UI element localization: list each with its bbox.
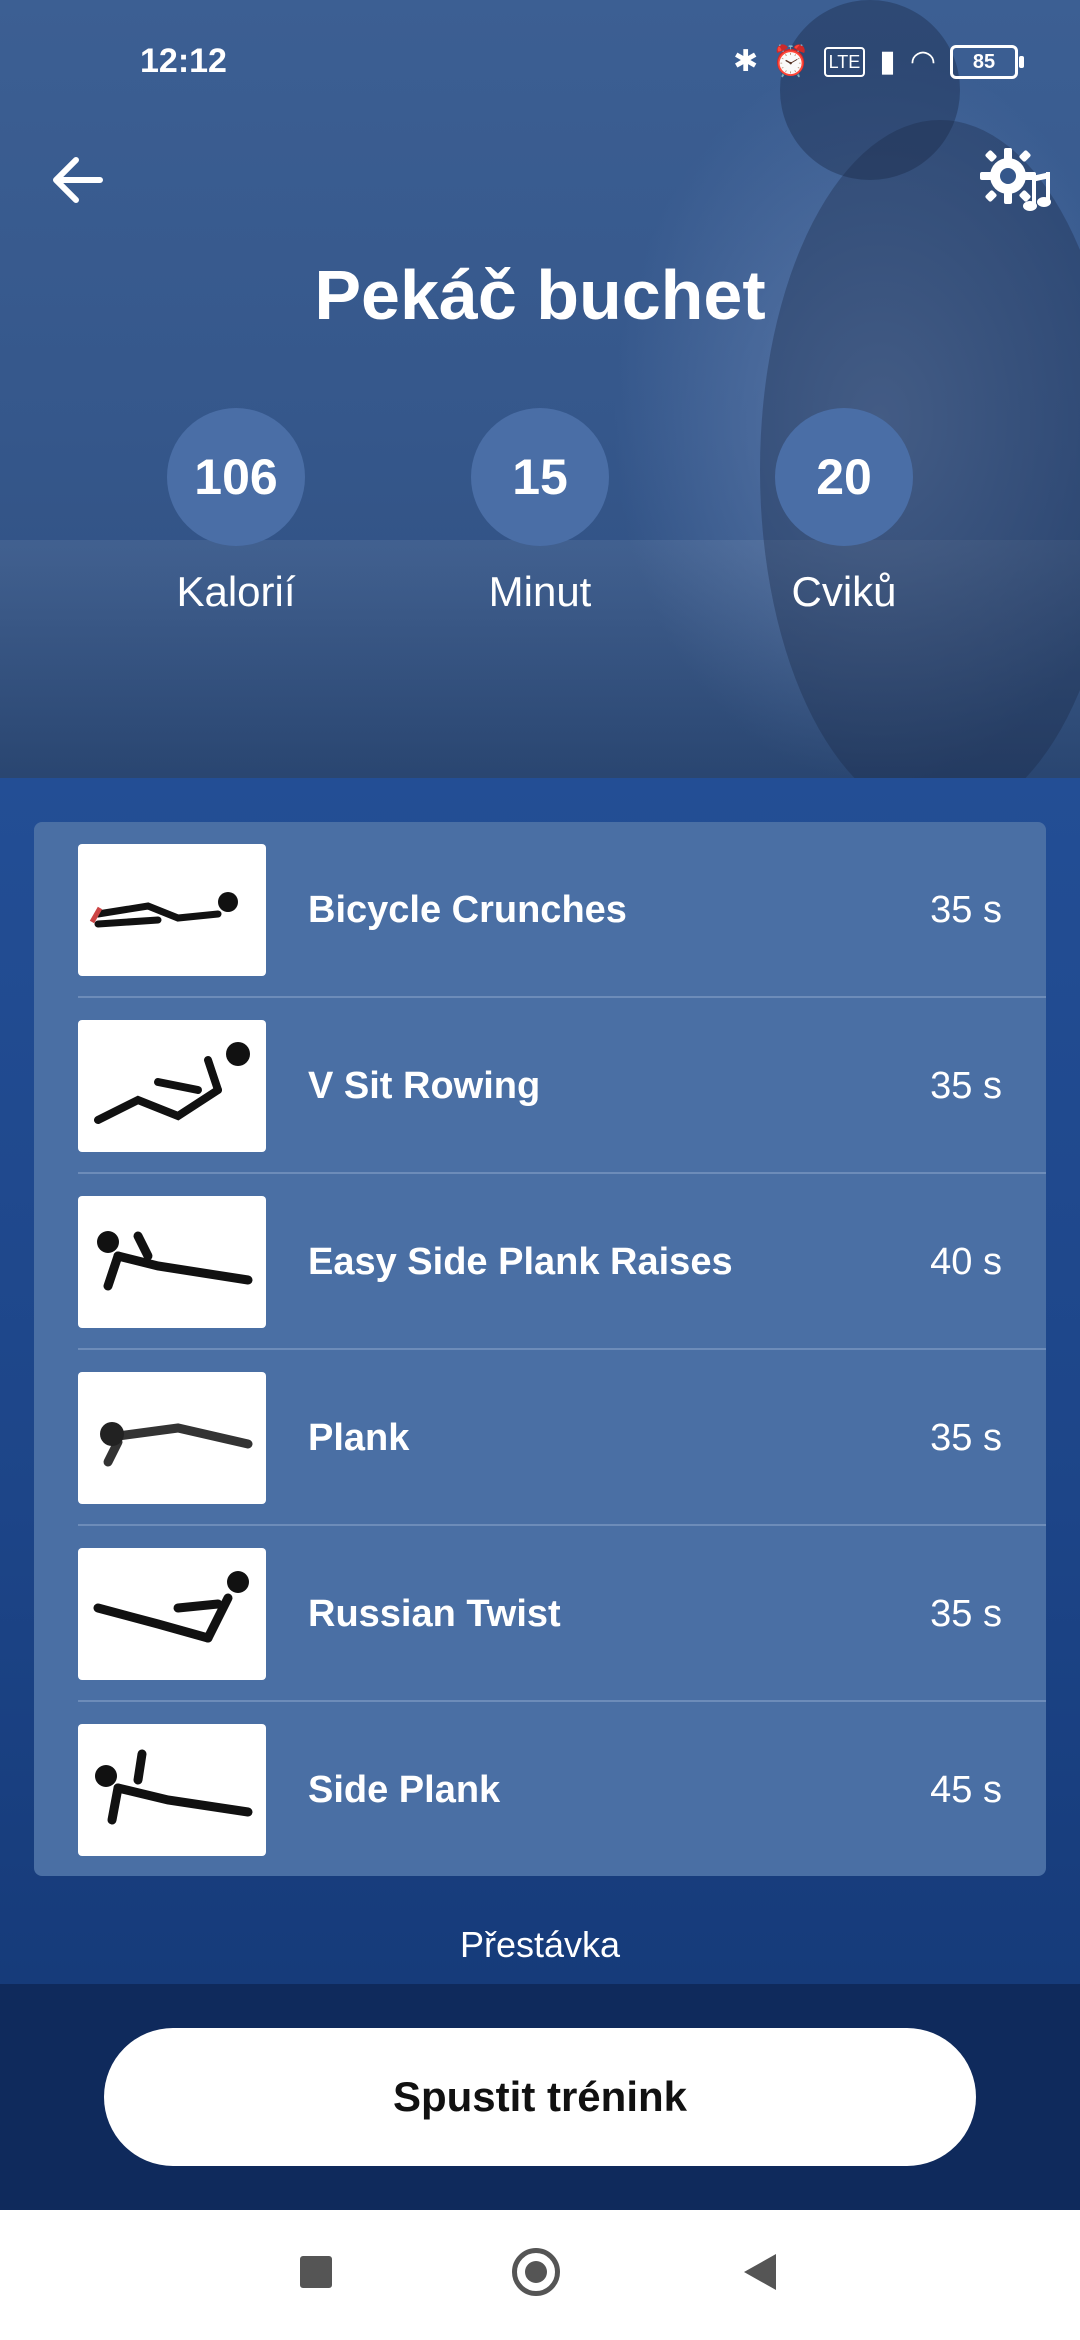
exercise-duration: 35 s (930, 1593, 1002, 1635)
exercise-thumbnail (78, 1548, 266, 1680)
gear-music-icon[interactable] (976, 140, 1056, 220)
stat-calories: 106 Kalorií (116, 408, 356, 616)
bluetooth-icon: ✱ (733, 45, 759, 78)
exercise-thumbnail (78, 844, 266, 976)
exercise-row[interactable]: V Sit Rowing 35 s (34, 998, 1046, 1174)
exercise-row[interactable]: Easy Side Plank Raises 40 s (34, 1174, 1046, 1350)
exercise-duration: 35 s (930, 1417, 1002, 1459)
stat-exercises-value: 20 (775, 408, 913, 546)
wifi-icon: ◠ (909, 45, 936, 78)
exercise-thumbnail (78, 1724, 266, 1856)
start-workout-button[interactable]: Spustit trénink (104, 2028, 976, 2166)
footer-bar: Spustit trénink (0, 1984, 1080, 2210)
exercise-row[interactable]: Side Plank 45 s (34, 1702, 1046, 1878)
stat-calories-label: Kalorií (176, 568, 296, 615)
exercise-thumbnail (78, 1020, 266, 1152)
exercise-list-section: Bicycle Crunches 35 s V Sit Rowing 35 s … (0, 778, 1080, 1984)
exercise-row[interactable]: Russian Twist 35 s (34, 1526, 1046, 1702)
stat-minutes-value: 15 (471, 408, 609, 546)
stat-minutes-label: Minut (488, 568, 592, 615)
volte-icon: LTE (823, 47, 866, 77)
exercise-thumbnail (78, 1196, 266, 1328)
stat-exercises: 20 Cviků (724, 408, 964, 616)
hero-header: 12:12 ✱ ⏰ LTE ▮ ◠ 85 Pekáč buchet 106 Ka… (0, 0, 1080, 778)
exercise-row[interactable]: Plank 35 s (34, 1350, 1046, 1526)
battery-icon: 85 (950, 45, 1024, 79)
pause-label: Přestávka (459, 1924, 621, 1965)
exercise-name: V Sit Rowing (308, 1065, 541, 1107)
exercise-duration: 35 s (930, 1065, 1002, 1107)
exercise-list: Bicycle Crunches 35 s V Sit Rowing 35 s … (34, 822, 1046, 1876)
system-nav-bar (0, 2210, 1080, 2340)
recents-icon[interactable] (300, 2256, 332, 2288)
exercise-duration: 45 s (930, 1769, 1002, 1811)
stat-exercises-label: Cviků (791, 568, 897, 615)
nav-back-icon[interactable] (744, 2254, 776, 2290)
stat-minutes: 15 Minut (420, 408, 660, 616)
alarm-icon: ⏰ (772, 45, 810, 78)
stat-calories-value: 106 (167, 408, 305, 546)
exercise-name: Russian Twist (308, 1593, 561, 1635)
exercise-duration: 35 s (930, 889, 1002, 931)
exercise-name: Plank (308, 1417, 410, 1459)
exercise-duration: 40 s (930, 1241, 1002, 1283)
back-arrow-icon[interactable] (48, 150, 108, 210)
status-icons: ✱ ⏰ LTE ▮ ◠ 85 (733, 42, 1024, 82)
signal-icon: ▮ (879, 45, 896, 78)
exercise-name: Easy Side Plank Raises (308, 1241, 733, 1283)
exercise-thumbnail (78, 1372, 266, 1504)
exercise-name: Side Plank (308, 1769, 501, 1811)
exercise-row[interactable]: Bicycle Crunches 35 s (34, 822, 1046, 998)
workout-title: Pekáč buchet (314, 256, 766, 334)
home-icon[interactable] (512, 2248, 560, 2296)
exercise-name: Bicycle Crunches (308, 889, 627, 931)
status-time: 12:12 (140, 42, 227, 80)
status-bar: 12:12 ✱ ⏰ LTE ▮ ◠ 85 (0, 0, 1080, 120)
